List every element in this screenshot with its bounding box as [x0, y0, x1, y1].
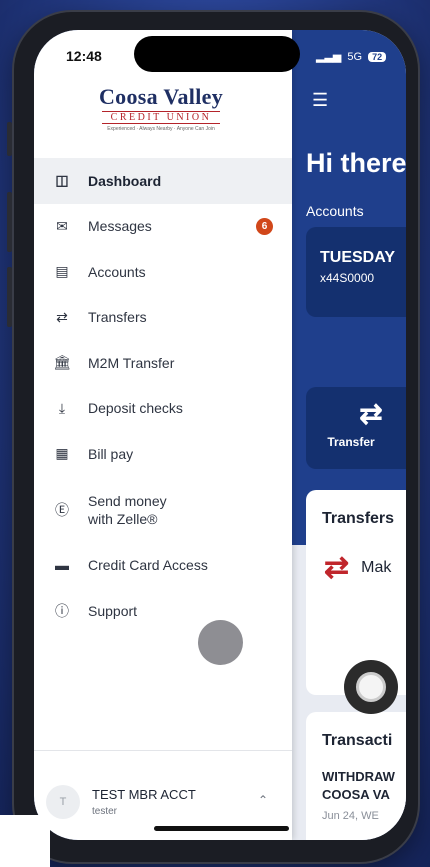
messages-count-badge: 6 — [256, 217, 273, 235]
menu-item-label: Accounts — [88, 263, 146, 280]
hamburger-menu-icon[interactable]: ☰ — [312, 90, 328, 111]
dynamic-island — [134, 36, 300, 72]
transfer-quick-action[interactable]: ⇄ Transfer — [306, 387, 406, 469]
transfer-arrows-icon: ⇄ — [324, 551, 350, 584]
credit-card-icon: ▬ — [55, 557, 69, 574]
transaction-description[interactable]: WITHDRAW COOSA VA — [306, 750, 406, 804]
account-name: TUESDAY — [320, 249, 395, 266]
menu-item-bill-pay[interactable]: ▦ Bill pay — [34, 431, 292, 477]
chevron-up-icon[interactable]: ⌃ — [258, 793, 268, 807]
bank-icon: 🏛 — [53, 354, 71, 371]
signal-icon: ▂▃▅ — [316, 51, 342, 63]
transfer-tile-label: Transfer — [327, 435, 375, 449]
menu-item-dashboard[interactable]: ◫ Dashboard — [34, 158, 292, 204]
menu-item-label: Support — [88, 602, 138, 619]
avatar: T — [46, 785, 80, 819]
menu-item-label: Send money with Zelle® — [88, 492, 167, 527]
menu-item-m2m-transfer[interactable]: 🏛 M2M Transfer — [34, 340, 292, 386]
make-transfer-label: Mak — [361, 558, 392, 576]
user-name: TEST MBR ACCT — [92, 787, 196, 802]
volume-down-button — [7, 267, 12, 327]
bill-icon: ▦ — [55, 445, 69, 462]
menu-item-label: Bill pay — [88, 445, 134, 462]
deposit-icon: ⤓ — [58, 399, 66, 416]
transaction-date: Jun 24, WE — [322, 810, 379, 822]
home-indicator[interactable] — [154, 826, 289, 831]
dashboard-icon: ◫ — [55, 172, 69, 189]
menu-item-credit-card-access[interactable]: ▬ Credit Card Access — [34, 543, 292, 589]
menu-item-label: M2M Transfer — [88, 354, 175, 371]
transfers-panel-title: Transfers — [322, 510, 395, 527]
transfer-arrows-icon: ⇄ — [359, 398, 383, 429]
envelope-icon: ✉ — [56, 217, 68, 234]
menu-item-send-money-zelle[interactable]: Ⓔ Send money with Zelle® — [34, 477, 292, 543]
navigation-drawer: 12:48 Coosa Valley CREDIT UNION Experien… — [34, 30, 292, 840]
menu-item-transfers[interactable]: ⇄ Transfers — [34, 295, 292, 341]
logo-name: Coosa Valley — [98, 84, 223, 109]
mute-switch — [7, 122, 12, 156]
menu-item-label: Deposit checks — [88, 400, 183, 417]
battery-icon: 72 — [368, 51, 387, 62]
help-icon: ⓘ — [55, 602, 69, 619]
zelle-icon: Ⓔ — [55, 501, 69, 518]
account-card[interactable]: TUESDAY x44S0000 — [306, 227, 406, 317]
transactions-panel-title: Transacti — [322, 732, 393, 749]
phone-screen: ☰ Hi there Accounts TUESDAY x44S0000 ⇄ T… — [34, 30, 406, 840]
status-indicators: ▂▃▅ 5G 72 — [316, 50, 387, 63]
logo-subtitle: CREDIT UNION — [102, 111, 220, 124]
transactions-panel: Transacti WITHDRAW COOSA VA Jun 24, WE — [306, 712, 406, 840]
wallet-icon: ▤ — [55, 263, 69, 280]
credit-union-logo: Coosa Valley CREDIT UNION Experienced · … — [96, 84, 226, 132]
menu-item-label: Dashboard — [88, 172, 162, 189]
menu-item-support[interactable]: ⓘ Support — [34, 588, 292, 634]
menu-item-label: Credit Card Access — [88, 557, 208, 574]
touch-indicator — [198, 620, 243, 665]
menu-item-accounts[interactable]: ▤ Accounts — [34, 249, 292, 295]
account-number: x44S0000 — [320, 271, 375, 285]
network-label: 5G — [347, 50, 363, 63]
volume-up-button — [7, 192, 12, 252]
menu-item-messages[interactable]: ✉ Messages 6 — [34, 204, 292, 250]
drawer-menu: ◫ Dashboard ✉ Messages 6 ▤ Accounts ⇄ Tr… — [34, 158, 292, 634]
make-transfer-row[interactable]: ⇄ Mak — [324, 550, 391, 585]
transfer-arrows-icon: ⇄ — [56, 308, 68, 325]
user-subtitle: tester — [92, 806, 118, 817]
menu-item-label: Transfers — [88, 309, 147, 326]
accounts-section-label: Accounts — [306, 203, 364, 219]
logo-tagline: Experienced · Always Nearby · Anyone Can… — [107, 126, 215, 132]
assistive-touch-button[interactable] — [344, 660, 398, 714]
status-time: 12:48 — [66, 48, 102, 64]
menu-item-deposit-checks[interactable]: ⤓ Deposit checks — [34, 386, 292, 432]
overlay-corner-box — [0, 815, 50, 867]
menu-item-label: Messages — [88, 218, 152, 235]
greeting-title: Hi there — [306, 148, 406, 178]
